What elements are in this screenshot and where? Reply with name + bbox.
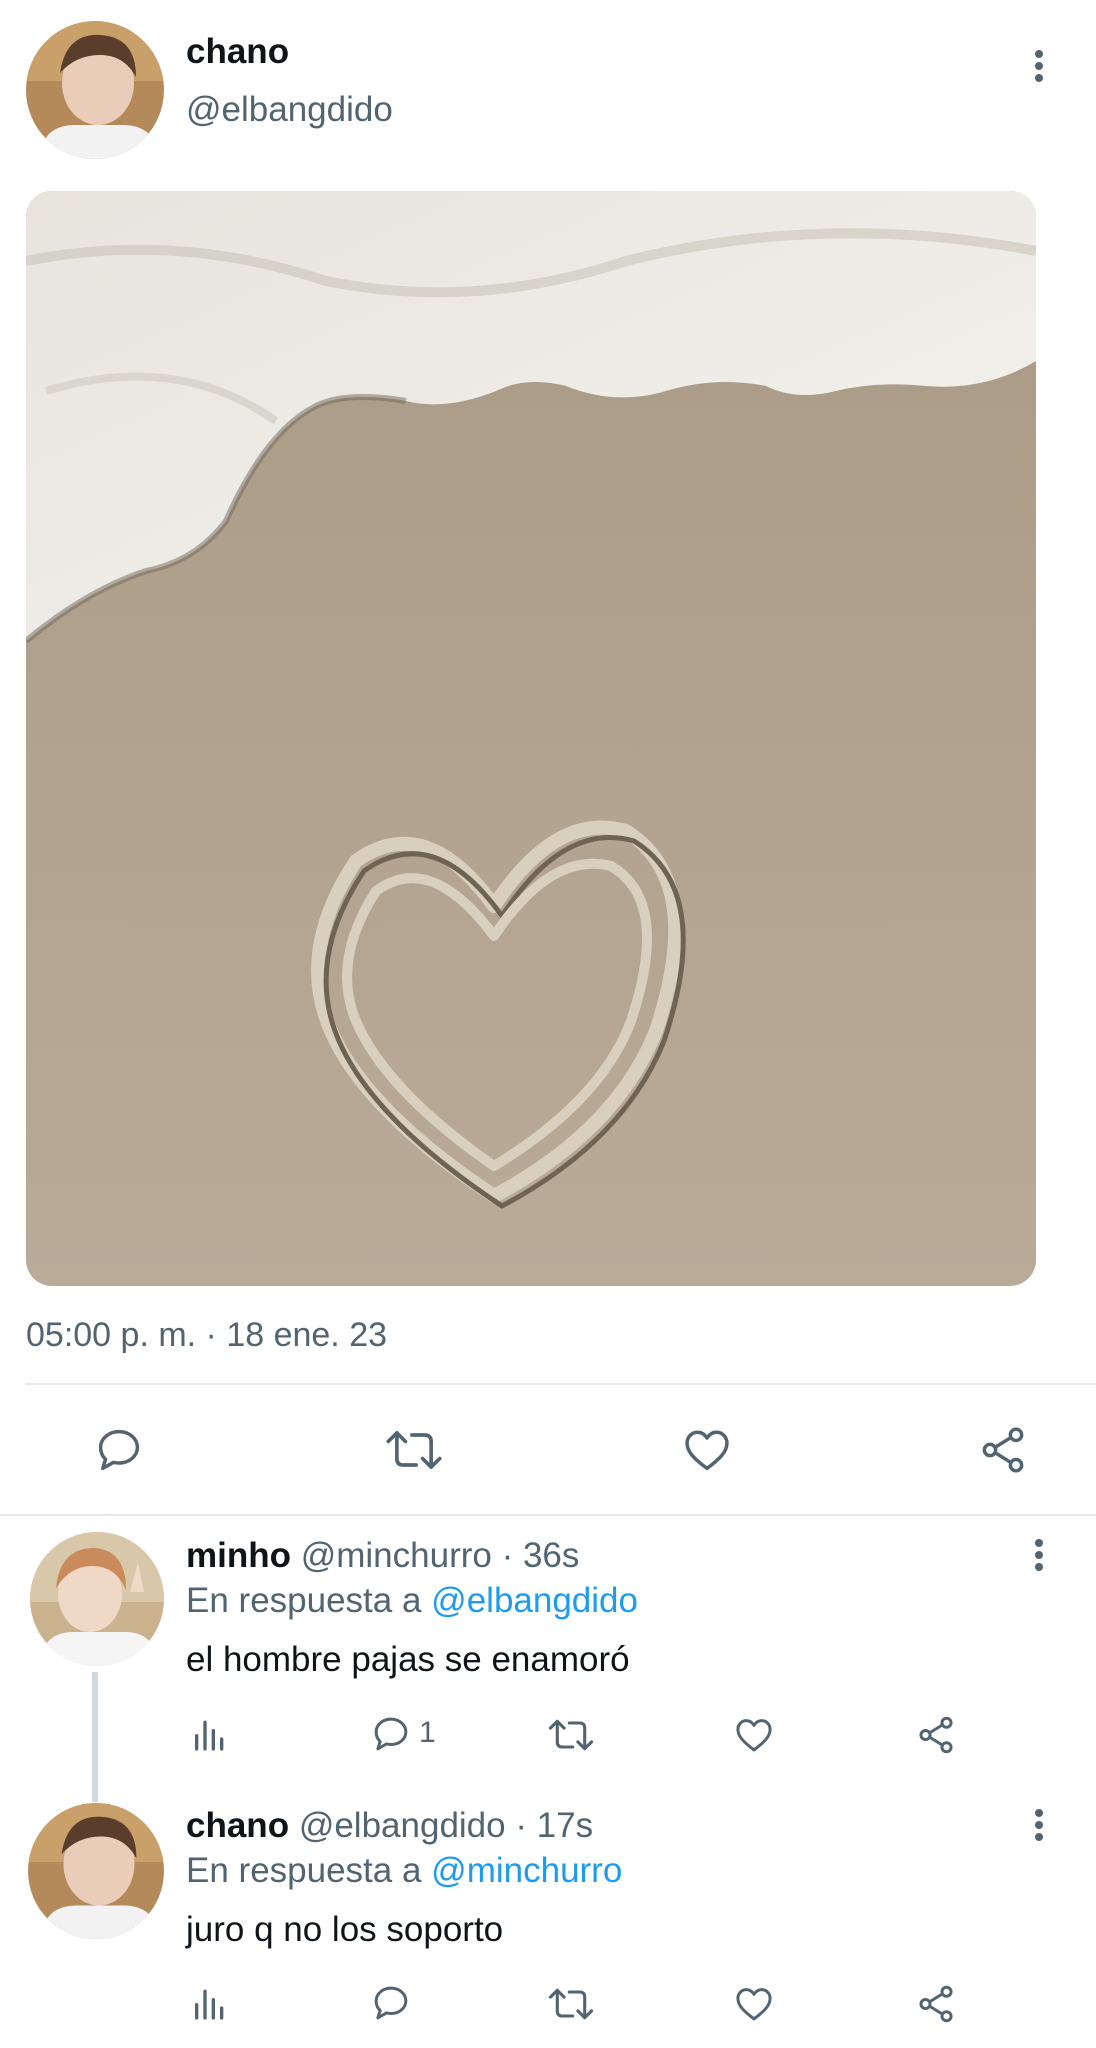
reply-count: 1	[419, 1716, 436, 1749]
analytics-icon[interactable]	[190, 1714, 230, 1754]
thread-line	[92, 1672, 98, 1802]
like-icon[interactable]	[733, 1983, 775, 2025]
share-icon[interactable]	[915, 1714, 957, 1756]
reply-header: minho @minchurro · 36s	[186, 1536, 579, 1576]
reply-to-line: En respuesta a @minchurro	[186, 1851, 622, 1891]
analytics-icon[interactable]	[190, 1983, 230, 2023]
reply-icon[interactable]	[370, 1713, 412, 1755]
retweet-icon[interactable]	[547, 1714, 595, 1756]
more-options-icon[interactable]	[1024, 1533, 1054, 1577]
author-handle[interactable]: @elbangdido	[186, 90, 393, 130]
like-icon[interactable]	[681, 1424, 733, 1476]
reply-handle-time[interactable]: @minchurro · 36s	[301, 1536, 580, 1575]
share-icon[interactable]	[915, 1983, 957, 2025]
reply-icon[interactable]	[93, 1424, 145, 1476]
divider	[0, 1514, 1096, 1516]
reply-to-link[interactable]: @elbangdido	[431, 1581, 638, 1620]
divider	[26, 1383, 1096, 1385]
reply-prefix: En respuesta a	[186, 1851, 422, 1890]
retweet-icon[interactable]	[384, 1424, 444, 1476]
reply-display-name[interactable]: minho	[186, 1536, 291, 1575]
reply-avatar[interactable]	[28, 1803, 164, 1939]
post-image[interactable]	[26, 191, 1036, 1286]
more-options-icon[interactable]	[1024, 44, 1054, 88]
reply-avatar[interactable]	[30, 1532, 164, 1666]
more-options-icon[interactable]	[1024, 1803, 1054, 1847]
reply-icon[interactable]	[370, 1982, 412, 2024]
like-icon[interactable]	[733, 1714, 775, 1756]
retweet-icon[interactable]	[547, 1983, 595, 2025]
reply-to-link[interactable]: @minchurro	[431, 1851, 622, 1890]
reply-handle-time[interactable]: @elbangdido · 17s	[299, 1806, 593, 1845]
post-timestamp[interactable]: 05:00 p. m. · 18 ene. 23	[26, 1316, 387, 1355]
reply-to-line: En respuesta a @elbangdido	[186, 1581, 638, 1621]
share-icon[interactable]	[977, 1424, 1029, 1476]
reply-text: el hombre pajas se enamoró	[186, 1640, 630, 1679]
reply-display-name[interactable]: chano	[186, 1806, 289, 1845]
author-avatar[interactable]	[26, 21, 164, 159]
reply-prefix: En respuesta a	[186, 1581, 422, 1620]
author-display-name[interactable]: chano	[186, 32, 289, 72]
reply-text: juro q no los soporto	[186, 1910, 504, 1949]
reply-header: chano @elbangdido · 17s	[186, 1806, 593, 1846]
